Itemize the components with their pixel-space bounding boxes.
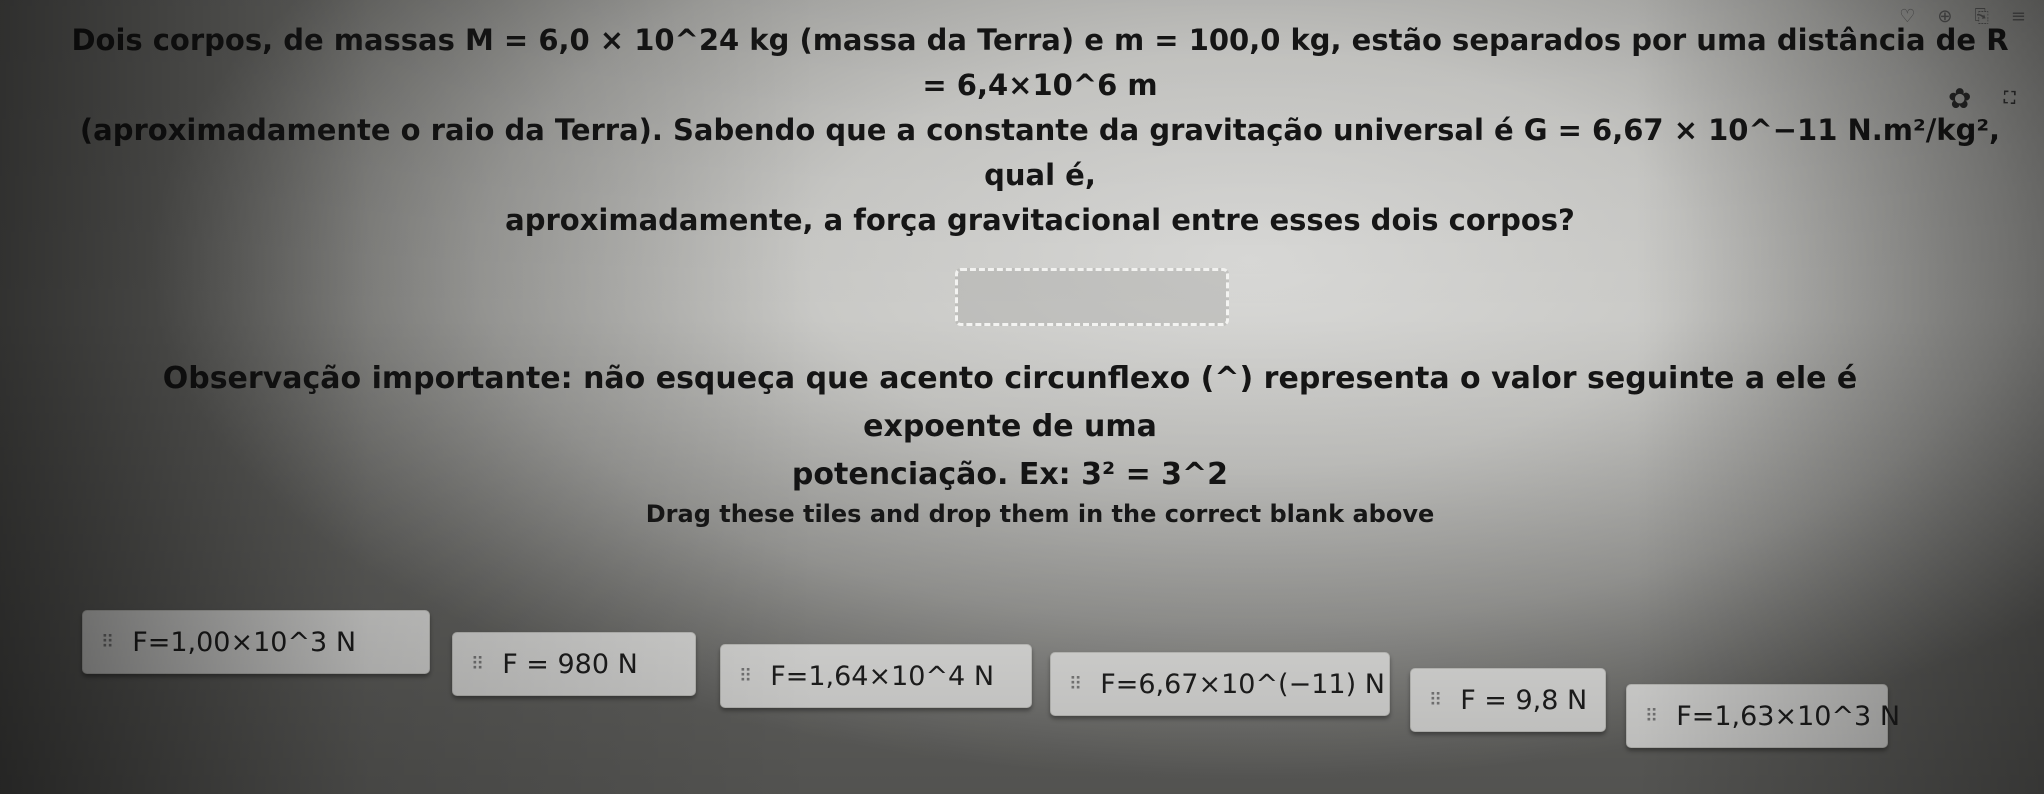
tile-label: F=6,67×10^(−11) N — [1100, 668, 1385, 700]
drag-handle-icon[interactable]: ⠿ — [101, 632, 114, 653]
observation-text: Observação importante: não esqueça que a… — [90, 355, 1930, 499]
answer-tile[interactable]: ⠿ F=6,67×10^(−11) N — [1050, 652, 1390, 716]
drag-handle-icon[interactable]: ⠿ — [1429, 690, 1442, 711]
tile-label: F=1,63×10^3 N — [1676, 700, 1901, 732]
question-text: Dois corpos, de massas M = 6,0 × 10^24 k… — [70, 18, 2010, 243]
answer-tile[interactable]: ⠿ F=1,64×10^4 N — [720, 644, 1032, 708]
tile-label: F=1,64×10^4 N — [770, 660, 995, 692]
tile-label: F=1,00×10^3 N — [132, 626, 357, 658]
question-line-2: (aproximadamente o raio da Terra). Saben… — [79, 113, 2001, 192]
answer-tile[interactable]: ⠿ F=1,00×10^3 N — [82, 610, 430, 674]
quiz-screen: ♡ ⊕ ⎘ ≡ ✿ ⛶ Dois corpos, de massas M = 6… — [0, 0, 2044, 794]
answer-tile[interactable]: ⠿ F = 980 N — [452, 632, 696, 696]
observation-line-1: Observação importante: não esqueça que a… — [162, 361, 1858, 444]
tile-label: F = 9,8 N — [1460, 684, 1588, 716]
answer-tile[interactable]: ⠿ F=1,63×10^3 N — [1626, 684, 1900, 748]
drag-handle-icon[interactable]: ⠿ — [1645, 706, 1658, 727]
drag-handle-icon[interactable]: ⠿ — [739, 666, 752, 687]
question-line-1: Dois corpos, de massas M = 6,0 × 10^24 k… — [71, 23, 2009, 102]
drop-blank[interactable] — [955, 268, 1229, 326]
drag-instruction: Drag these tiles and drop them in the co… — [645, 500, 1435, 528]
drag-handle-icon[interactable]: ⠿ — [471, 654, 484, 675]
question-line-3: aproximadamente, a força gravitacional e… — [505, 203, 1575, 237]
answer-tile[interactable]: ⠿ F = 9,8 N — [1410, 668, 1606, 732]
drag-handle-icon[interactable]: ⠿ — [1069, 674, 1082, 695]
observation-line-2: potenciação. Ex: 3² = 3^2 — [791, 457, 1229, 492]
tile-label: F = 980 N — [502, 648, 638, 680]
menu-icon[interactable]: ≡ — [2011, 6, 2026, 27]
